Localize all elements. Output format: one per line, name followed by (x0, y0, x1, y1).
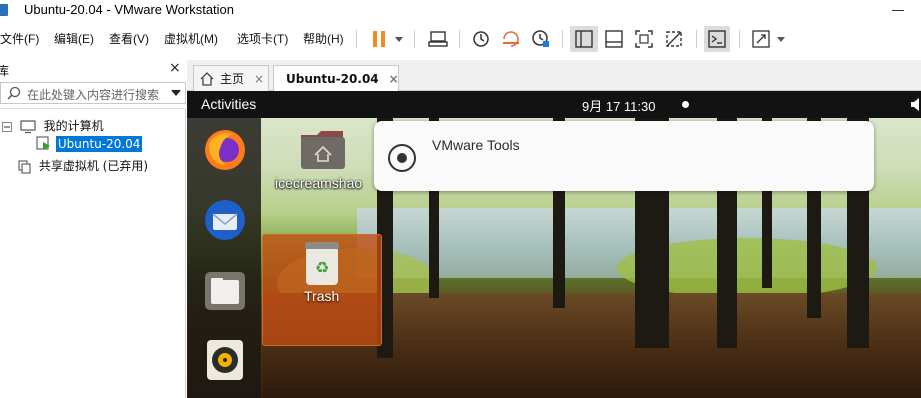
library-title: 库 (0, 64, 10, 78)
send-ctrl-alt-del-button[interactable] (425, 26, 451, 52)
tab-home-close-button[interactable]: × (254, 72, 264, 86)
tab-ubuntu-close-button[interactable]: × (389, 72, 399, 86)
library-tree: 我的计算机 Ubuntu-20.04 共享虚拟机 (已弃用) (0, 108, 186, 398)
vmware-window: Ubuntu-20.04 - VMware Workstation 文件(F) … (0, 0, 921, 398)
thumbnail-view-icon (605, 30, 623, 48)
computer-icon (20, 119, 36, 133)
firefox-icon[interactable] (203, 128, 247, 172)
tab-ubuntu[interactable]: Ubuntu-20.04 × (273, 65, 399, 91)
power-dropdown-button[interactable] (392, 26, 406, 52)
trash-label[interactable]: Trash (304, 288, 339, 304)
tab-home[interactable]: 主页 × (193, 65, 269, 91)
show-thumbnail-bar-button[interactable] (601, 26, 627, 52)
vmware-tools-notification[interactable]: VMware Tools (374, 121, 874, 191)
trash-icon[interactable]: ♻ (304, 241, 340, 285)
fullscreen-icon (635, 30, 653, 48)
title-bar: Ubuntu-20.04 - VMware Workstation (0, 0, 921, 22)
files-icon[interactable] (203, 268, 247, 312)
menu-file[interactable]: 文件(F) (0, 30, 39, 47)
ubuntu-dock (187, 118, 261, 398)
tree-label-ubuntu: Ubuntu-20.04 (55, 135, 143, 152)
stretch-icon (752, 30, 770, 48)
volume-icon[interactable] (910, 98, 921, 111)
snapshot-manager-button[interactable] (528, 26, 554, 52)
window-title: Ubuntu-20.04 - VMware Workstation (24, 2, 235, 17)
thunderbird-icon[interactable] (203, 198, 247, 242)
menu-tabs[interactable]: 选项卡(T) (237, 30, 288, 47)
revert-snapshot-icon (503, 31, 519, 47)
snapshot-icon (473, 31, 489, 47)
pause-icon (373, 31, 385, 47)
library-search-input[interactable]: 在此处键入内容进行搜索 (0, 82, 186, 104)
activities-button[interactable]: Activities (201, 96, 256, 112)
console-icon (708, 30, 726, 48)
unity-icon (666, 31, 682, 47)
tree-label-my-computer: 我的计算机 (43, 119, 104, 133)
search-dropdown-icon[interactable] (171, 90, 181, 96)
search-placeholder: 在此处键入内容进行搜索 (27, 88, 160, 102)
disc-icon (388, 144, 416, 172)
tree-item-ubuntu-vm[interactable]: Ubuntu-20.04 (36, 135, 143, 152)
shared-vm-icon (18, 159, 31, 174)
unity-button[interactable] (661, 26, 687, 52)
menu-vm[interactable]: 虚拟机(M) (164, 30, 218, 47)
menu-bar: 文件(F) 编辑(E) 查看(V) 虚拟机(M) 选项卡(T) 帮助(H) (0, 22, 921, 54)
vm-console[interactable]: Activities 9月 17 11:30 icecreamshao ♻ Tr… (187, 91, 921, 398)
toolbar-separator (459, 30, 460, 48)
tree-label-shared: 共享虚拟机 (已弃用) (38, 159, 149, 173)
snapshot-manager-icon (532, 30, 549, 47)
menu-view[interactable]: 查看(V) (109, 30, 149, 47)
clock[interactable]: 9月 17 11:30 (582, 96, 655, 115)
tab-bar: 主页 × Ubuntu-20.04 × (187, 60, 921, 91)
send-keys-icon (428, 31, 448, 47)
dropdown-arrow-icon (395, 37, 403, 42)
show-library-button[interactable] (570, 26, 598, 52)
toolbar-separator (696, 30, 697, 48)
vm-running-icon (36, 136, 50, 150)
tree-item-my-computer[interactable]: 我的计算机 (2, 117, 104, 134)
library-header: 库 × (0, 60, 186, 80)
library-close-button[interactable]: × (169, 60, 181, 76)
tab-ubuntu-label: Ubuntu-20.04 (286, 71, 379, 86)
minimize-button[interactable] (892, 10, 904, 11)
toolbar-separator (356, 30, 357, 48)
home-folder-icon[interactable] (299, 127, 345, 169)
home-folder-label[interactable]: icecreamshao (275, 175, 362, 191)
toolbar-separator (739, 30, 740, 48)
notification-text: VMware Tools (432, 137, 520, 153)
collapse-icon[interactable] (2, 121, 12, 132)
console-view-button[interactable] (704, 26, 730, 52)
pause-button[interactable] (366, 26, 392, 52)
toolbar-separator (562, 30, 563, 48)
notification-dot-icon (682, 101, 689, 108)
vmware-icon (0, 4, 8, 16)
revert-snapshot-button[interactable] (498, 26, 524, 52)
stretch-guest-button[interactable] (748, 26, 774, 52)
stretch-dropdown-button[interactable] (774, 26, 788, 52)
home-icon (200, 71, 214, 86)
tab-home-label: 主页 (220, 72, 245, 86)
rhythmbox-icon[interactable] (203, 336, 247, 380)
search-icon (7, 86, 21, 100)
take-snapshot-button[interactable] (468, 26, 494, 52)
full-screen-button[interactable] (631, 26, 657, 52)
tree-item-shared-vms[interactable]: 共享虚拟机 (已弃用) (18, 157, 148, 174)
svg-text:♻: ♻ (315, 258, 329, 277)
toolbar-separator (414, 30, 415, 48)
dropdown-arrow-icon (777, 37, 785, 42)
library-view-icon (575, 30, 593, 48)
gnome-top-bar: Activities 9月 17 11:30 (187, 91, 921, 118)
menu-help[interactable]: 帮助(H) (303, 30, 344, 47)
menu-edit[interactable]: 编辑(E) (54, 30, 94, 47)
